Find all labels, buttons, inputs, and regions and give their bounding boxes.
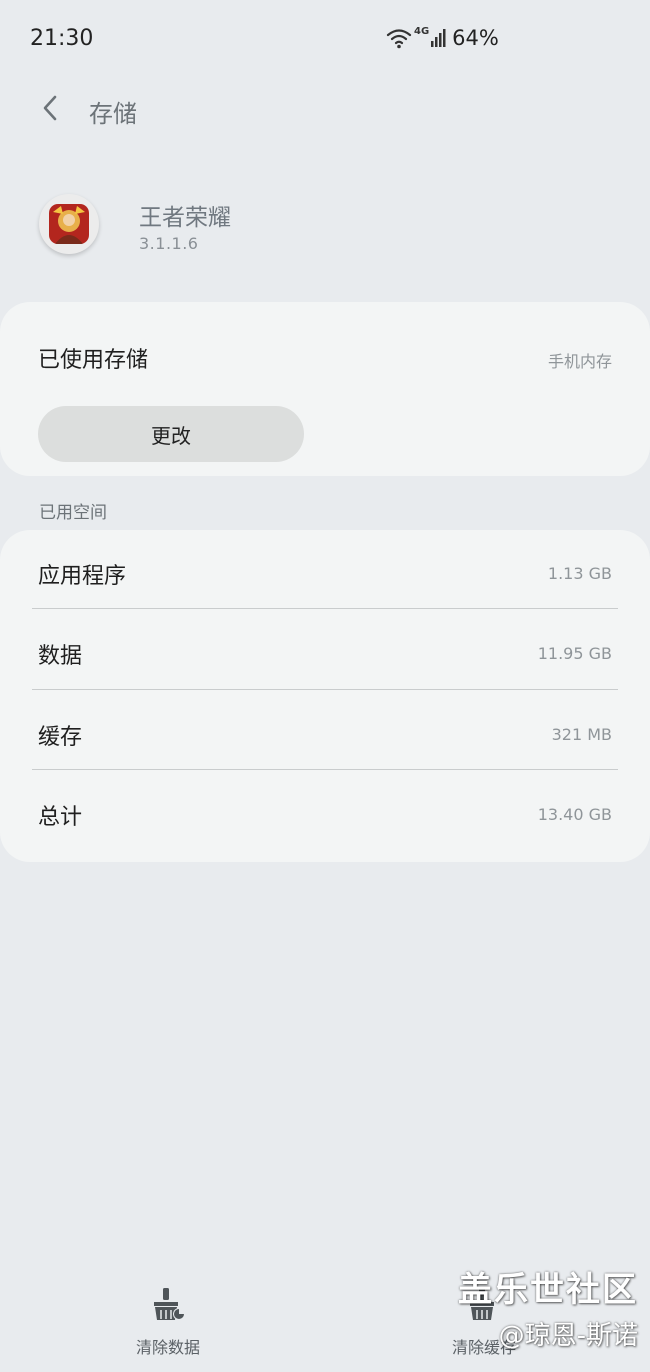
usage-row-value: 13.40 GB bbox=[537, 805, 612, 824]
usage-row-label: 应用程序 bbox=[38, 564, 127, 589]
signal-icon bbox=[430, 28, 446, 48]
change-storage-button[interactable]: 更改 bbox=[38, 406, 304, 462]
app-header: 王者荣耀 3.1.1.6 bbox=[0, 186, 650, 266]
usage-row-total: 总计 13.40 GB bbox=[0, 773, 650, 853]
app-icon-image bbox=[49, 204, 89, 244]
app-bar: 存储 bbox=[0, 80, 650, 140]
page-title: 存储 bbox=[89, 100, 137, 128]
status-bar: 21:30 4G 64% bbox=[0, 0, 650, 80]
status-time: 21:30 bbox=[30, 26, 94, 51]
storage-location: 手机内存 bbox=[547, 352, 612, 371]
usage-row-cache: 缓存 321 MB bbox=[0, 693, 650, 773]
usage-row-label: 总计 bbox=[38, 805, 83, 830]
clear-cache-label: 清除缓存 bbox=[451, 1338, 516, 1357]
back-button[interactable] bbox=[28, 90, 72, 130]
wifi-icon bbox=[386, 27, 412, 49]
divider bbox=[32, 608, 618, 609]
app-name: 王者荣耀 bbox=[139, 205, 231, 231]
divider bbox=[32, 769, 618, 770]
usage-row-value: 321 MB bbox=[551, 725, 612, 744]
broom-icon bbox=[150, 1286, 186, 1326]
battery-percentage: 64% bbox=[452, 26, 499, 50]
status-icons: 4G 64% bbox=[386, 26, 499, 50]
network-type-label: 4G bbox=[414, 26, 430, 37]
usage-row-data: 数据 11.95 GB bbox=[0, 612, 650, 692]
storage-used-card: 已使用存储 手机内存 更改 bbox=[0, 302, 650, 476]
app-version: 3.1.1.6 bbox=[139, 234, 199, 253]
broom-icon bbox=[466, 1286, 502, 1326]
divider bbox=[32, 689, 618, 690]
clear-cache-button[interactable]: 清除缓存 bbox=[404, 1286, 564, 1358]
usage-row-label: 缓存 bbox=[38, 725, 83, 750]
storage-used-title: 已使用存储 bbox=[38, 348, 149, 373]
bottom-action-bar: 清除数据 清除缓存 bbox=[0, 1270, 650, 1372]
clear-data-button[interactable]: 清除数据 bbox=[88, 1286, 248, 1358]
usage-row-app: 应用程序 1.13 GB bbox=[0, 532, 650, 612]
clear-data-label: 清除数据 bbox=[135, 1338, 200, 1357]
chevron-left-icon bbox=[40, 94, 60, 126]
used-space-card: 应用程序 1.13 GB 数据 11.95 GB 缓存 321 MB 总计 13… bbox=[0, 530, 650, 862]
used-space-section-label: 已用空间 bbox=[39, 503, 107, 523]
usage-row-label: 数据 bbox=[38, 644, 83, 669]
app-icon bbox=[39, 194, 99, 254]
usage-row-value: 11.95 GB bbox=[537, 644, 612, 663]
usage-row-value: 1.13 GB bbox=[547, 564, 612, 583]
